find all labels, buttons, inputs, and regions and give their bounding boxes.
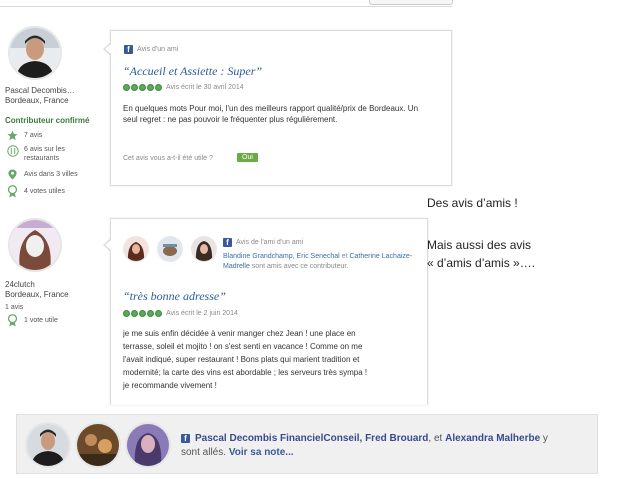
rating-bubble: [147, 84, 154, 91]
rating-bubble: [131, 84, 138, 91]
review-body: En quelques mots Pour moi, l'un des meil…: [123, 104, 419, 124]
friends-and: et: [339, 253, 350, 260]
review-body-line: je me suis enfin décidée à venir manger …: [123, 329, 356, 338]
rating-bubble: [123, 310, 130, 317]
stat-cities: Avis dans 3 villes: [7, 169, 87, 181]
review-body-line: je recommande vivement !: [123, 381, 217, 390]
rating-bubble: [139, 310, 146, 317]
rating-bubble: [123, 84, 130, 91]
friends-and: , et: [428, 433, 446, 444]
friends-visited-text: Pascal Decombis FinancielConseil, Fred B…: [195, 432, 595, 445]
review-body-line: l'avait indiqué, super restaurant ! Bons…: [123, 355, 360, 364]
friend-avatar[interactable]: [75, 422, 121, 468]
review-card: f Avis de l'ami d'un ami Blandine Grandc…: [110, 218, 428, 405]
stat-label: 6 avis sur les restaurants: [24, 146, 65, 162]
facebook-icon: f: [223, 238, 232, 247]
visited-text: sont allés.: [181, 447, 229, 458]
stat-restaurants: 6 avis sur les restaurants: [7, 145, 87, 165]
stat-helpful: 4 votes utiles: [7, 185, 87, 199]
avatar[interactable]: [8, 26, 62, 80]
review-body: je me suis enfin décidée à venir manger …: [123, 327, 423, 392]
rating-bubble: [155, 310, 162, 317]
review-title[interactable]: “Accueil et Assiette : Super”: [123, 64, 262, 79]
rating-bubbles: [123, 84, 162, 91]
friend-label: Avis d'un ami: [137, 46, 179, 53]
reviewer-location: Bordeaux, France: [5, 96, 69, 105]
stat-label: 7 avis: [24, 132, 43, 139]
helpful-yes-button[interactable]: Oui: [237, 153, 258, 162]
review-body-line: terrasse, soleil et mojito ! on s'est se…: [123, 342, 363, 351]
reviewer-location: Bordeaux, France: [5, 290, 69, 299]
side-note-line: « d’amis d’amis »….: [427, 256, 536, 270]
stat-reviews: 7 avis: [7, 130, 87, 142]
friend-names-link[interactable]: Pascal Decombis FinancielConseil, Fred B…: [195, 433, 428, 444]
friends-list: Blandine Grandchamp, Eric Senechal et Ca…: [223, 252, 419, 272]
rating-bubble: [155, 84, 162, 91]
friend-avatar[interactable]: [123, 236, 149, 262]
review-date: Avis écrit le 2 juin 2014: [166, 310, 238, 317]
friends-suffix: y: [540, 433, 548, 444]
friend-avatar[interactable]: [191, 236, 217, 262]
side-note-line: Des avis d’amis !: [427, 196, 518, 210]
rating-bubbles: [123, 310, 162, 317]
rating-bubble: [139, 84, 146, 91]
helpful-question: Cet avis vous a-t-il été utile ?: [123, 155, 213, 162]
reviewer-badge: Contributeur confirmé: [5, 116, 90, 125]
top-divider: [0, 6, 452, 7]
friend-label: Avis de l'ami d'un ami: [236, 239, 304, 246]
stat-reviews: 1 avis: [5, 304, 24, 311]
star-icon: [7, 130, 18, 141]
friends-visited-bar: f Pascal Decombis FinancielConseil, Fred…: [16, 414, 598, 474]
helpful-vote-icon: [7, 314, 18, 327]
friend-avatar[interactable]: [125, 422, 171, 468]
review-body-line: modernité; la carte des vins est abordab…: [123, 368, 368, 377]
card-notch-fill: [105, 43, 112, 55]
stat-helpful: 1 vote utile: [7, 314, 87, 328]
stat-label: 1 vote utile: [24, 317, 58, 324]
facebook-icon: f: [124, 45, 133, 54]
facebook-icon: f: [181, 434, 190, 443]
friend-avatar[interactable]: [25, 422, 71, 468]
rating-bubble: [147, 310, 154, 317]
avatar[interactable]: [8, 218, 62, 272]
friend-name-link[interactable]: Alexandra Malherbe: [445, 433, 540, 444]
reviewer-name[interactable]: 24clutch: [5, 280, 35, 289]
friends-visited-line2: sont allés. Voir sa note...: [181, 446, 294, 459]
side-note-line: Mais aussi des avis: [427, 238, 532, 252]
helpful-vote-icon: [7, 185, 18, 198]
top-control-edge: [369, 0, 453, 5]
stat-label: 4 votes utiles: [24, 188, 65, 195]
map-pin-icon: [8, 169, 17, 180]
restaurant-icon: [7, 145, 19, 157]
review-title[interactable]: “très bonne adresse”: [123, 289, 226, 304]
rating-bubble: [131, 310, 138, 317]
see-rating-link[interactable]: Voir sa note...: [229, 447, 294, 458]
friends-suffix: sont amis avec ce contributeur.: [249, 263, 349, 270]
stat-label: Avis dans 3 villes: [24, 171, 78, 178]
review-date: Avis écrit le 30 avril 2014: [166, 84, 244, 91]
friend-avatar[interactable]: [157, 236, 183, 262]
card-notch-fill: [105, 239, 112, 251]
friend-names-link[interactable]: Blandine Grandchamp, Eric Senechal: [223, 253, 340, 260]
reviewer-name[interactable]: Pascal Decombis…: [5, 86, 75, 95]
review-card: f Avis d'un ami “Accueil et Assiette : S…: [110, 30, 452, 186]
